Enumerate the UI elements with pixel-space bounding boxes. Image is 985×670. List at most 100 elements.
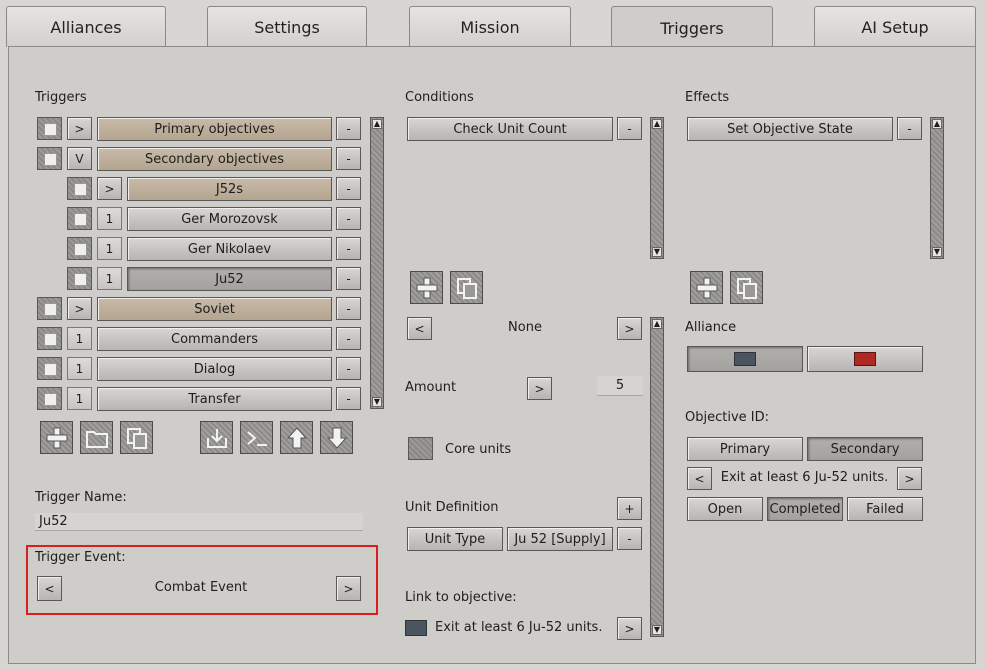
trigger-name-input[interactable]: Ju52: [35, 513, 363, 531]
add-unit-definition-button[interactable]: +: [617, 497, 642, 520]
trigger-item-transfer[interactable]: Transfer: [97, 387, 332, 411]
remove-trigger-button[interactable]: -: [336, 387, 361, 410]
add-icon: [696, 277, 717, 298]
scroll-up-icon[interactable]: ▲: [372, 119, 382, 129]
trigger-checkbox[interactable]: [37, 327, 62, 350]
trigger-event-next-button[interactable]: >: [336, 576, 361, 601]
scroll-down-icon[interactable]: ▼: [372, 397, 382, 407]
remove-trigger-button[interactable]: -: [336, 237, 361, 260]
trigger-event-label: Trigger Event:: [35, 550, 126, 565]
alliance-allies-button[interactable]: [807, 346, 923, 372]
folder-icon: [85, 430, 108, 448]
triggers-heading: Triggers: [35, 90, 87, 105]
trigger-checkbox[interactable]: [67, 267, 92, 290]
move-up-button[interactable]: [280, 421, 313, 454]
trigger-item-ger-morozovsk[interactable]: Ger Morozovsk: [127, 207, 332, 231]
trigger-checkbox[interactable]: [37, 117, 62, 140]
objective-next-button[interactable]: >: [897, 467, 922, 490]
trigger-item-soviet[interactable]: Soviet: [97, 297, 332, 321]
remove-condition-button[interactable]: -: [617, 117, 642, 140]
amount-input[interactable]: 5: [597, 376, 643, 396]
scroll-up-icon[interactable]: ▲: [652, 119, 662, 129]
remove-trigger-button[interactable]: -: [336, 297, 361, 320]
copy-trigger-button[interactable]: [120, 421, 153, 454]
remove-trigger-button[interactable]: -: [336, 117, 361, 140]
add-folder-button[interactable]: [80, 421, 113, 454]
unit-type-value-button[interactable]: Ju 52 [Supply]: [507, 527, 613, 551]
alliance-axis-button[interactable]: [687, 346, 803, 372]
expand-button[interactable]: >: [97, 177, 122, 200]
state-open-button[interactable]: Open: [687, 497, 763, 521]
trigger-item-j52s[interactable]: J52s: [127, 177, 332, 201]
link-objective-value: Exit at least 6 Ju-52 units.: [435, 620, 603, 635]
condition-details-scrollbar[interactable]: ▲ ▼: [650, 317, 664, 637]
expand-button[interactable]: >: [67, 117, 92, 140]
scroll-up-icon[interactable]: ▲: [932, 119, 942, 129]
triggers-scrollbar[interactable]: ▲ ▼: [370, 117, 384, 409]
tab-triggers[interactable]: Triggers: [611, 6, 773, 50]
trigger-event-value: Combat Event: [154, 580, 248, 595]
add-condition-button[interactable]: [410, 271, 443, 304]
effects-scrollbar[interactable]: ▲ ▼: [930, 117, 944, 259]
link-objective-next-button[interactable]: >: [617, 617, 642, 640]
scroll-up-icon[interactable]: ▲: [652, 319, 662, 329]
copy-icon: [126, 427, 147, 449]
trigger-event-prev-button[interactable]: <: [37, 576, 62, 601]
move-down-icon: [326, 427, 347, 449]
remove-trigger-button[interactable]: -: [336, 147, 361, 170]
remove-trigger-button[interactable]: -: [336, 207, 361, 230]
trigger-item-ju52[interactable]: Ju52: [127, 267, 332, 291]
condition-selector-prev-button[interactable]: <: [407, 317, 432, 340]
amount-button[interactable]: >: [527, 377, 552, 400]
condition-selector-next-button[interactable]: >: [617, 317, 642, 340]
add-effect-button[interactable]: [690, 271, 723, 304]
remove-trigger-button[interactable]: -: [336, 357, 361, 380]
condition-item-check-unit-count[interactable]: Check Unit Count: [407, 117, 613, 141]
trigger-index: 1: [67, 357, 92, 380]
effect-item-set-objective-state[interactable]: Set Objective State: [687, 117, 893, 141]
conditions-heading: Conditions: [405, 90, 474, 105]
trigger-checkbox[interactable]: [67, 207, 92, 230]
trigger-item-ger-nikolaev[interactable]: Ger Nikolaev: [127, 237, 332, 261]
trigger-checkbox[interactable]: [67, 237, 92, 260]
core-units-checkbox[interactable]: [408, 437, 433, 460]
objective-prev-button[interactable]: <: [687, 467, 712, 490]
scroll-down-icon[interactable]: ▼: [652, 247, 662, 257]
remove-trigger-button[interactable]: -: [336, 267, 361, 290]
move-down-button[interactable]: [320, 421, 353, 454]
script-button[interactable]: [240, 421, 273, 454]
unit-type-button[interactable]: Unit Type: [407, 527, 503, 551]
trigger-item-secondary-objectives[interactable]: Secondary objectives: [97, 147, 332, 171]
trigger-checkbox[interactable]: [37, 387, 62, 410]
trigger-checkbox[interactable]: [37, 147, 62, 170]
trigger-checkbox[interactable]: [37, 357, 62, 380]
scroll-down-icon[interactable]: ▼: [932, 247, 942, 257]
tab-alliances[interactable]: Alliances: [6, 6, 166, 47]
tab-settings[interactable]: Settings: [207, 6, 367, 47]
expand-button[interactable]: >: [67, 297, 92, 320]
add-trigger-button[interactable]: [40, 421, 73, 454]
trigger-item-commanders[interactable]: Commanders: [97, 327, 332, 351]
copy-condition-button[interactable]: [450, 271, 483, 304]
objective-tab-primary[interactable]: Primary: [687, 437, 803, 461]
copy-effect-button[interactable]: [730, 271, 763, 304]
link-to-objective-label: Link to objective:: [405, 590, 517, 605]
remove-unit-type-button[interactable]: -: [617, 527, 642, 550]
core-units-label: Core units: [445, 442, 512, 457]
tab-mission[interactable]: Mission: [409, 6, 571, 47]
trigger-checkbox[interactable]: [67, 177, 92, 200]
remove-trigger-button[interactable]: -: [336, 177, 361, 200]
collapse-button[interactable]: V: [67, 147, 92, 170]
trigger-item-dialog[interactable]: Dialog: [97, 357, 332, 381]
trigger-checkbox[interactable]: [37, 297, 62, 320]
import-trigger-button[interactable]: [200, 421, 233, 454]
objective-tab-secondary[interactable]: Secondary: [807, 437, 923, 461]
scroll-down-icon[interactable]: ▼: [652, 625, 662, 635]
conditions-scrollbar[interactable]: ▲ ▼: [650, 117, 664, 259]
state-failed-button[interactable]: Failed: [847, 497, 923, 521]
trigger-item-primary-objectives[interactable]: Primary objectives: [97, 117, 332, 141]
remove-trigger-button[interactable]: -: [336, 327, 361, 350]
state-completed-button[interactable]: Completed: [767, 497, 843, 521]
tab-ai-setup[interactable]: AI Setup: [814, 6, 976, 47]
remove-effect-button[interactable]: -: [897, 117, 922, 140]
